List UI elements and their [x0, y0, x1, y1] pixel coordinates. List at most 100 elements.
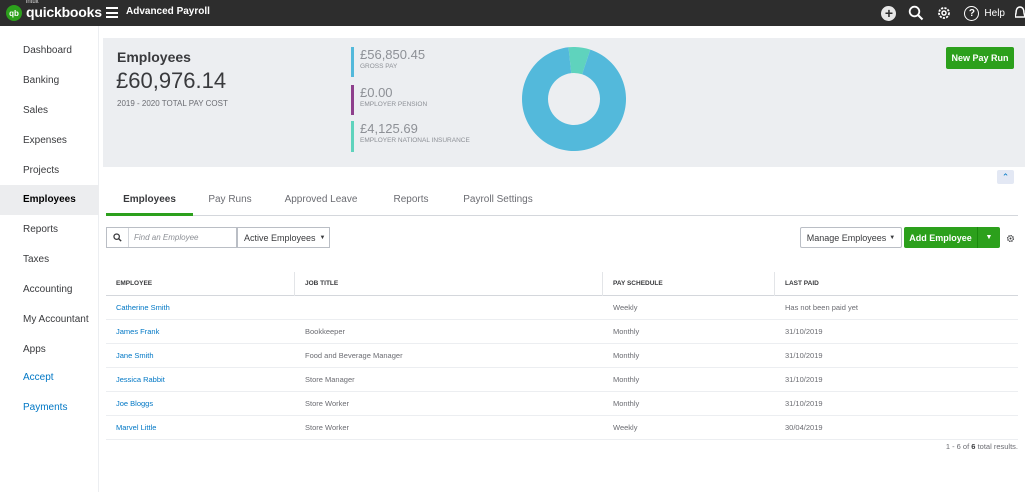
payroll-summary-panel: Employees £60,976.14 2019 - 2020 TOTAL P… — [103, 38, 1025, 167]
column-employee[interactable]: EMPLOYEE — [106, 272, 293, 296]
table-row[interactable]: Catherine Smith Weekly Has not been paid y… — [106, 296, 1018, 320]
table-row[interactable]: James Frank Bookkeeper Monthly 31/10/2019 — [106, 320, 1018, 344]
table-row[interactable]: Jessica Rabbit Store Manager Monthly 31/10/… — [106, 368, 1018, 392]
sidebar-item-dashboard[interactable]: Dashboard — [0, 36, 99, 66]
gross-pay-value: £56,850.45 — [360, 47, 426, 62]
employee-name-link[interactable]: Catherine Smith — [106, 296, 170, 320]
last-paid-cell: 31/10/2019 — [785, 327, 823, 336]
table-row[interactable]: Marvel Little Store Worker Weekly 30/04/201… — [106, 416, 1018, 440]
collapse-panel-button[interactable]: ⌃ — [997, 170, 1014, 184]
column-job-title[interactable]: JOB TITLE — [294, 272, 602, 296]
search-button[interactable] — [908, 5, 924, 21]
search-icon — [909, 5, 924, 21]
sidebar-item-accept-payments[interactable]: Accept Payments — [0, 363, 99, 413]
sidebar-item-my-accountant[interactable]: My Accountant — [0, 305, 99, 335]
pagination-suffix: total results. — [977, 442, 1018, 451]
employer-ni-value: £4,125.69 — [360, 121, 418, 136]
plus-icon: + — [881, 5, 897, 21]
employer-ni-label: EMPLOYER NATIONAL INSURANCE — [360, 137, 470, 144]
last-paid-cell: 31/10/2019 — [785, 399, 823, 408]
new-pay-run-button[interactable]: New Pay Run — [946, 47, 1014, 69]
gear-icon — [938, 7, 951, 19]
gross-pay-stat: £56,850.45 GROSS PAY — [351, 47, 425, 77]
sidebar-item-reports[interactable]: Reports — [0, 215, 99, 245]
employer-pension-label: EMPLOYER PENSION — [360, 101, 428, 108]
top-bar: qb intuit quickbooks Advanced Payroll + … — [0, 0, 1025, 26]
logo-name: quickbooks — [26, 4, 102, 20]
caret-down-icon: ▼ — [985, 234, 993, 241]
job-title-cell: Store Worker — [305, 423, 350, 432]
job-title-cell: Store Manager — [305, 375, 355, 384]
sidebar-item-employees[interactable]: Employees — [0, 185, 99, 215]
sidebar-item-accounting[interactable]: Accounting — [0, 275, 99, 305]
table-row[interactable]: Jane Smith Food and Beverage Manager Month… — [106, 344, 1018, 368]
employee-search — [106, 227, 237, 248]
left-navigation: Dashboard Banking Sales Expenses Project… — [0, 26, 99, 492]
tab-reports[interactable]: Reports — [386, 186, 436, 216]
hamburger-menu-icon[interactable] — [106, 7, 118, 18]
quickbooks-logo[interactable]: qb intuit quickbooks — [6, 0, 102, 23]
tab-employees[interactable]: Employees — [106, 186, 193, 216]
employer-pension-stat: £0.00 EMPLOYER PENSION — [351, 85, 427, 115]
sidebar-item-taxes[interactable]: Taxes — [0, 245, 99, 275]
help-button[interactable]: ? Help — [964, 5, 1005, 21]
sidebar-item-expenses[interactable]: Expenses — [0, 126, 99, 156]
last-paid-cell: 31/10/2019 — [785, 351, 823, 360]
logo-intuit-text: intuit — [26, 0, 39, 5]
pay-schedule-cell: Monthly — [613, 399, 640, 408]
table-header: EMPLOYEE JOB TITLE PAY SCHEDULE LAST PAI… — [106, 272, 1018, 296]
help-icon: ? — [964, 5, 980, 21]
employee-name-link[interactable]: Jane Smith — [106, 344, 154, 368]
pay-schedule-cell: Monthly — [613, 375, 640, 384]
table-row[interactable]: Joe Bloggs Store Worker Monthly 31/10/2019 — [106, 392, 1018, 416]
manage-employees-label: Manage Employees — [806, 232, 887, 243]
job-title-cell — [295, 296, 305, 320]
employee-status-select[interactable]: Active Employees ▼ — [237, 227, 330, 248]
manage-employees-button[interactable]: Manage Employees ▼ — [800, 227, 902, 248]
job-title-cell: Food and Beverage Manager — [305, 351, 403, 360]
pagination-total: 6 — [971, 442, 976, 451]
page-title: Employees — [117, 49, 191, 65]
pay-cost-donut-chart — [522, 47, 626, 151]
pay-schedule-cell: Weekly — [613, 423, 638, 432]
chevron-up-icon: ⌃ — [1001, 171, 1010, 182]
total-pay-cost-value: £60,976.14 — [116, 68, 227, 93]
qb-logo-icon: qb — [6, 5, 22, 21]
gross-pay-label: GROSS PAY — [360, 63, 398, 70]
search-input[interactable] — [129, 228, 229, 247]
employee-name-link[interactable]: Jessica Rabbit — [106, 368, 165, 392]
tab-pay-runs[interactable]: Pay Runs — [202, 186, 258, 216]
settings-button[interactable] — [936, 5, 952, 21]
sidebar-item-banking[interactable]: Banking — [0, 66, 99, 96]
employee-name-link[interactable]: Joe Bloggs — [106, 392, 153, 416]
add-employee-button[interactable]: Add Employee — [904, 227, 978, 248]
last-paid-cell: Has not been paid yet — [785, 303, 858, 312]
add-employee-dropdown-button[interactable]: ▼ — [978, 227, 1000, 248]
pay-schedule-cell: Weekly — [613, 303, 638, 312]
bell-icon — [1015, 6, 1025, 18]
table-settings-button[interactable] — [1006, 234, 1015, 246]
notifications-button[interactable] — [1015, 5, 1025, 21]
column-pay-schedule[interactable]: PAY SCHEDULE — [602, 272, 774, 296]
sidebar-item-projects[interactable]: Projects — [0, 156, 99, 186]
employee-name-link[interactable]: Marvel Little — [106, 416, 156, 440]
employee-name-link[interactable]: James Frank — [106, 320, 159, 344]
last-paid-cell: 30/04/2019 — [785, 423, 823, 432]
payroll-tabs: Employees Pay Runs Approved Leave Report… — [106, 186, 1018, 216]
pagination-range: 1 - 6 of — [945, 442, 970, 451]
job-title-cell: Store Worker — [305, 399, 350, 408]
pagination-summary: 1 - 6 of 6 total results. — [830, 442, 1018, 451]
total-pay-cost-label: 2019 - 2020 TOTAL PAY COST — [117, 99, 228, 108]
help-label: Help — [984, 7, 1005, 19]
tab-approved-leave[interactable]: Approved Leave — [278, 186, 364, 216]
column-last-paid[interactable]: LAST PAID — [774, 272, 1018, 296]
sidebar-item-sales[interactable]: Sales — [0, 96, 99, 126]
sidebar-item-apps[interactable]: Apps — [0, 335, 99, 365]
search-icon — [107, 228, 129, 247]
last-paid-cell: 31/10/2019 — [785, 375, 823, 384]
pay-schedule-cell: Monthly — [613, 327, 640, 336]
create-button[interactable]: + — [881, 5, 897, 21]
employee-status-value: Active Employees — [244, 232, 316, 243]
tab-payroll-settings[interactable]: Payroll Settings — [458, 186, 538, 216]
job-title-cell: Bookkeeper — [305, 327, 346, 336]
